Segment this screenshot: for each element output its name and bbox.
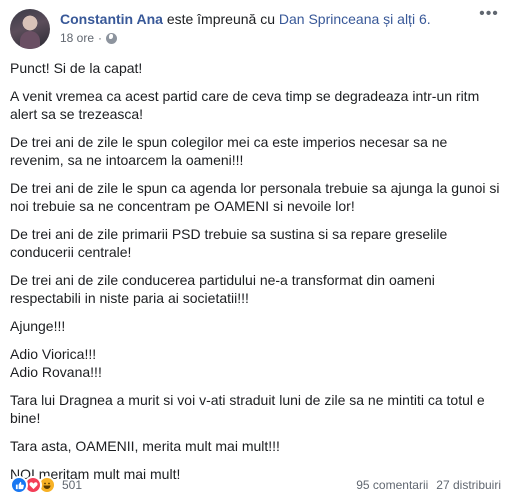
more-options-icon[interactable]: ••• [479, 6, 499, 23]
post-content: Punct! Si de la capat! A venit vremea ca… [10, 59, 502, 493]
post-paragraph: Tara asta, OAMENII, merita mult mai mult… [10, 438, 280, 454]
author-name[interactable]: Constantin Ana [60, 11, 163, 27]
reactions-summary[interactable]: 501 [10, 476, 82, 494]
post-paragraph: Tara lui Dragnea a murit si voi v-ati st… [10, 392, 485, 426]
post-header: Constantin Ana este împreună cu Dan Spri… [10, 6, 501, 51]
post-paragraph: A venit vremea ca acest partid care de c… [10, 88, 480, 122]
post-footer: 501 95 comentarii 27 distribuiri [10, 476, 501, 496]
tagged-people-link[interactable]: Dan Sprinceana și alți 6. [279, 11, 431, 27]
post-paragraph: De trei ani de zile le spun ca agenda lo… [10, 180, 500, 214]
post-meta: 18 ore · [60, 31, 118, 45]
post-paragraph: De trei ani de zile primarii PSD trebuie… [10, 226, 448, 260]
author-avatar[interactable] [10, 9, 50, 49]
post-paragraph: De trei ani de zile le spun colegilor me… [10, 134, 448, 168]
post-paragraph: Punct! Si de la capat! [10, 60, 143, 76]
post-timestamp[interactable]: 18 ore [60, 31, 94, 45]
globe-icon[interactable] [106, 32, 118, 44]
like-icon [10, 476, 28, 494]
header-line: Constantin Ana este împreună cu Dan Spri… [60, 10, 431, 28]
post-paragraph: Adio Rovana!!! [10, 364, 102, 380]
post-paragraph: Adio Viorica!!! [10, 346, 97, 362]
post-stats: 95 comentarii 27 distribuiri [356, 478, 501, 492]
comments-count-link[interactable]: 95 comentarii [356, 478, 428, 492]
separator-dot: · [98, 31, 103, 45]
reaction-count: 501 [62, 478, 83, 492]
post-paragraph: De trei ani de zile conducerea partidulu… [10, 272, 435, 306]
shares-count-link[interactable]: 27 distribuiri [436, 478, 501, 492]
facebook-post: Constantin Ana este împreună cu Dan Spri… [0, 0, 511, 501]
post-paragraph: Ajunge!!! [10, 318, 66, 334]
with-text: este împreună cu [166, 11, 275, 27]
